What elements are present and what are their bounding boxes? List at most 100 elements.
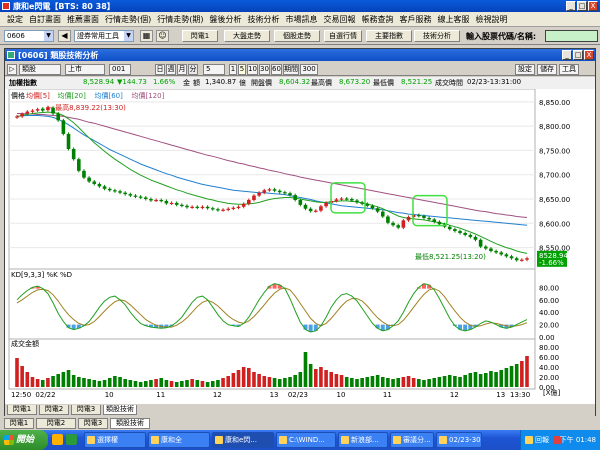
volume-bar: [411, 378, 416, 387]
chart-area[interactable]: 價格 均價[5] 均價[20] 均價[60] 均價[120] 8,850.00 8,800.…: [5, 89, 595, 405]
task-analysis[interactable]: 審議分...: [390, 432, 434, 448]
volume-bar: [380, 377, 385, 387]
interval-1[interactable]: 1: [229, 64, 237, 75]
volume-bar: [324, 370, 328, 387]
volume-bar: [277, 379, 282, 387]
tab-flash3[interactable]: 閃電3: [71, 405, 101, 415]
task-wind[interactable]: C:\WIND...: [276, 432, 336, 448]
menu-help[interactable]: 檢視說明: [473, 14, 511, 25]
task-kanghe[interactable]: 康和全: [148, 432, 210, 448]
tools-button[interactable]: 工具: [559, 64, 579, 75]
candle-body: [499, 252, 504, 255]
menu-trade-report[interactable]: 交易回報: [321, 14, 359, 25]
code-select[interactable]: 001: [109, 64, 131, 75]
task-date[interactable]: 02/23-30: [436, 432, 482, 448]
play-icon[interactable]: ▷: [7, 64, 17, 75]
window-tab-flash2[interactable]: 閃電2: [36, 418, 76, 429]
chevron-down-icon[interactable]: ▼: [124, 31, 133, 41]
menu-market-stocks[interactable]: 行情走勢(個): [102, 14, 154, 25]
menu-market-news[interactable]: 市場訊息: [283, 14, 321, 25]
task-sina[interactable]: 新浪部...: [338, 432, 388, 448]
price-tick-label: 8,650.00: [539, 196, 570, 204]
quicklaunch-icon[interactable]: [52, 434, 63, 445]
back-icon[interactable]: ◀: [58, 30, 71, 42]
menu-custom-screen[interactable]: 自訂畫面: [26, 14, 64, 25]
high-annotation: ← 最高8,839.22(13:30): [47, 103, 126, 112]
window-tab-flash1[interactable]: 閃電1: [4, 418, 34, 429]
window-tab-flash3[interactable]: 閃電3: [78, 418, 108, 429]
interval-10[interactable]: 10: [247, 64, 258, 75]
volume-bar: [442, 376, 447, 387]
chart-icon[interactable]: ▦: [140, 30, 153, 42]
chevron-down-icon[interactable]: ▼: [44, 31, 53, 41]
save-button[interactable]: 儲存: [537, 64, 557, 75]
start-button[interactable]: 開始: [0, 430, 48, 450]
volume-unit-label: [X億]: [543, 388, 561, 397]
close-button[interactable]: X: [588, 1, 598, 11]
task-kanghe-flash[interactable]: 康和e閃...: [212, 432, 274, 448]
candle-body: [365, 203, 370, 206]
market-trend-button[interactable]: 大盤走勢: [224, 30, 270, 42]
user-icon[interactable]: ☺: [156, 30, 169, 42]
maximize-button[interactable]: □: [577, 1, 587, 11]
tray-report-icon[interactable]: [525, 436, 533, 444]
minimize-button[interactable]: _: [566, 1, 576, 11]
sub-minimize-button[interactable]: _: [562, 50, 572, 60]
sub-close-button[interactable]: X: [584, 50, 594, 60]
kd-panel: [8, 268, 536, 342]
menu-after-market[interactable]: 盤後分析: [207, 14, 245, 25]
quicklaunch-icon[interactable]: [66, 434, 77, 445]
menu-account[interactable]: 帳務查詢: [359, 14, 397, 25]
period-day[interactable]: 日: [155, 64, 165, 75]
candle-body: [159, 199, 164, 202]
category-select[interactable]: 類股: [19, 64, 61, 75]
market-select[interactable]: 上市: [65, 64, 105, 75]
window-tab-sector-tech[interactable]: 類股技術: [110, 418, 150, 429]
task-icon: [393, 436, 401, 444]
volume-tick-label: 60.00: [539, 354, 559, 362]
menu-online-support[interactable]: 線上客服: [435, 14, 473, 25]
candle-body: [133, 195, 138, 197]
candle-body: [386, 216, 390, 223]
x-tick-label: 10: [105, 391, 114, 399]
x-tick-label: 02/23: [288, 391, 308, 399]
technical-analysis-button[interactable]: 技術分析: [414, 30, 460, 42]
period-month[interactable]: 月: [177, 64, 187, 75]
menu-recommended-screen[interactable]: 推薦畫面: [64, 14, 102, 25]
sub-maximize-button[interactable]: □: [573, 50, 583, 60]
interval-30[interactable]: 30: [259, 64, 270, 75]
candle-body: [422, 216, 426, 218]
menu-settings[interactable]: 設定: [4, 14, 26, 25]
watchlist-button[interactable]: 自選行情: [324, 30, 362, 42]
volume-bar: [118, 377, 122, 387]
volume-bar: [143, 381, 148, 387]
volume-bar: [231, 373, 236, 387]
interval-5[interactable]: 5: [238, 64, 246, 75]
volume-bar: [30, 377, 35, 387]
tab-flash2[interactable]: 閃電2: [39, 405, 69, 415]
tool-select[interactable]: 證券常用工具 ▼: [74, 30, 134, 42]
candle-body: [283, 192, 287, 194]
stock-trend-button[interactable]: 個股走勢: [274, 30, 320, 42]
interval-60[interactable]: 60: [271, 64, 282, 75]
tab-flash1[interactable]: 閃電1: [7, 405, 37, 415]
price-tick-label: 8,700.00: [539, 172, 570, 180]
index-change: ▼144.73: [117, 78, 147, 86]
flash1-button[interactable]: 閃電1: [182, 30, 218, 42]
period-value-select[interactable]: 5: [203, 64, 225, 75]
tab-sector-tech[interactable]: 類股技術: [103, 405, 137, 415]
period-week[interactable]: 週: [166, 64, 176, 75]
interval-value-input[interactable]: 300: [300, 64, 318, 75]
screen-code-select[interactable]: 0606 ▼: [4, 30, 54, 42]
stock-code-input[interactable]: [545, 30, 598, 42]
candle-body: [185, 205, 189, 208]
task-options[interactable]: 選擇權: [84, 432, 146, 448]
period-minute[interactable]: 分: [188, 64, 198, 75]
major-index-button[interactable]: 主要指數: [366, 30, 412, 42]
menu-customer-service[interactable]: 客戶服務: [397, 14, 435, 25]
settings-button[interactable]: 設定: [515, 64, 535, 75]
menu-market-futures[interactable]: 行情走勢(期): [154, 14, 206, 25]
candle-body: [288, 193, 292, 196]
menu-technical-analysis[interactable]: 技術分析: [245, 14, 283, 25]
price-tick-label: 8,600.00: [539, 220, 570, 228]
